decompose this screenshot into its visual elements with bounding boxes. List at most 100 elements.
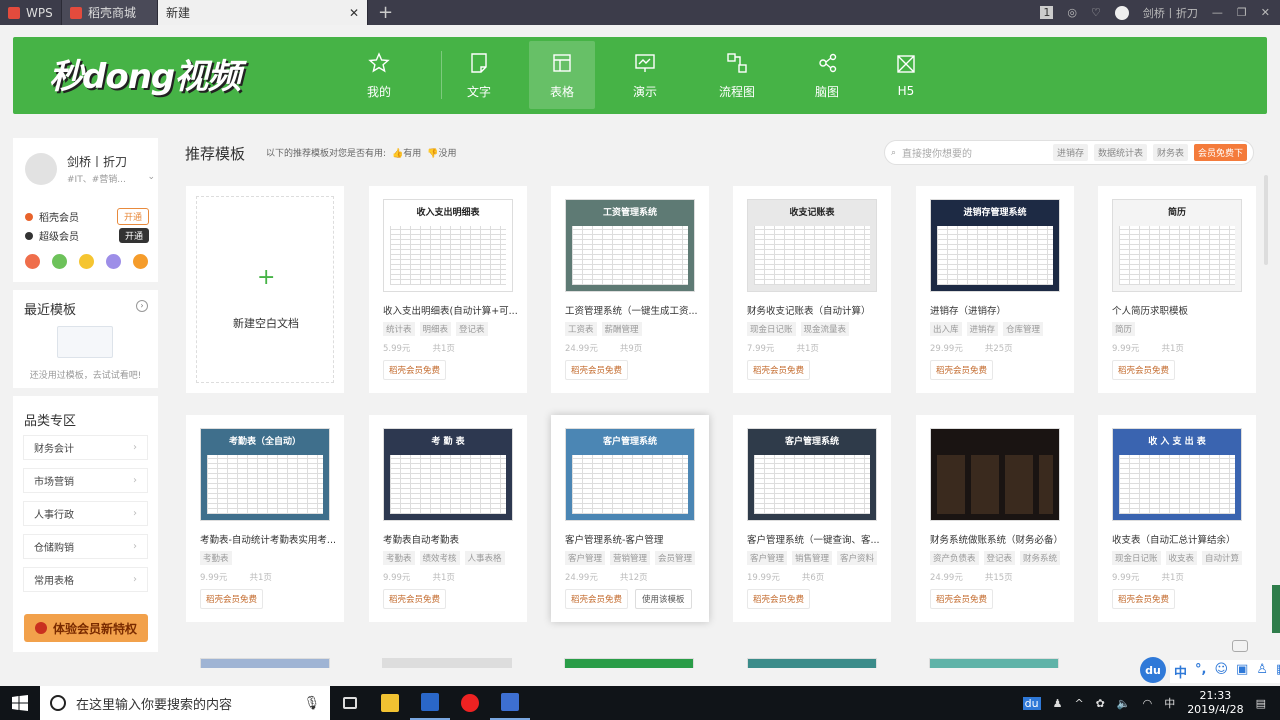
template-thumbnail[interactable]: 收 入 支 出 表 <box>1112 428 1242 521</box>
privilege-icon-1[interactable] <box>25 254 40 269</box>
close-tab-icon[interactable]: ✕ <box>349 6 359 20</box>
use-template-button[interactable]: 使用该模板 <box>635 589 692 609</box>
template-card[interactable]: 客户管理系统 客户管理系统（一键查询、客... 客户管理 销售管理 客户资料 19.99元… <box>733 415 891 622</box>
template-tag[interactable]: 会员管理 <box>655 551 696 565</box>
nav-h5[interactable]: H5 <box>873 41 939 109</box>
open-super-vip-button[interactable]: 开通 <box>118 228 149 243</box>
vip-free-button[interactable]: 稻壳会员免费 <box>1112 360 1176 380</box>
template-tag[interactable]: 现金日记账 <box>747 322 796 336</box>
user-avatar[interactable] <box>1114 5 1129 20</box>
tab-shop[interactable]: 稻壳商城 <box>62 0 158 25</box>
nav-mine[interactable]: 我的 <box>346 41 412 109</box>
file-explorer-icon[interactable] <box>370 686 410 720</box>
template-thumbnail[interactable]: 进销存管理系统 <box>930 199 1060 292</box>
template-title[interactable]: 工资管理系统（一键生成工资... <box>565 303 701 317</box>
vip-free-tag[interactable]: 会员免费下 <box>1193 144 1247 161</box>
skin-icon[interactable]: ◎ <box>1067 6 1077 19</box>
tab-new[interactable]: 新建 ✕ <box>158 0 368 25</box>
shirt-icon[interactable]: ♡ <box>1091 6 1101 19</box>
category-item[interactable]: 仓储购销 › <box>23 534 148 559</box>
tags-dropdown-icon[interactable]: ⌄ <box>147 172 155 185</box>
volume-icon[interactable]: 🔈 <box>1117 697 1131 710</box>
template-tag[interactable]: 现金日记账 <box>1112 551 1161 565</box>
template-tag[interactable]: 考勤表 <box>200 551 232 565</box>
vip-free-button[interactable]: 稻壳会员免费 <box>565 360 629 380</box>
template-title[interactable]: 财务收支记账表（自动计算） <box>747 303 883 317</box>
add-tab-button[interactable]: + <box>378 2 393 23</box>
template-tag[interactable]: 现金流量表 <box>800 322 850 336</box>
vip-free-button[interactable]: 稻壳会员免费 <box>200 589 264 609</box>
category-item[interactable]: 常用表格 › <box>23 567 148 592</box>
template-tag[interactable]: 考勤表 <box>383 551 415 565</box>
template-thumbnail[interactable]: 客户管理系统 <box>565 428 695 521</box>
template-card[interactable]: 考勤表（全自动） 考勤表-自动统计考勤表实用考... 考勤表 9.99元 共1页 稻壳会员… <box>186 415 344 622</box>
tab-wps[interactable]: WPS <box>0 0 62 25</box>
template-thumbnail[interactable]: 简历 <box>1112 199 1242 292</box>
minimize-icon[interactable]: — <box>1212 6 1223 19</box>
wps-app-icon[interactable] <box>410 686 450 720</box>
template-card[interactable]: 考 勤 表考勤表自动考勤表 考勤表 绩效考核 人事表格 9.99元 共1页 稻壳会员免费 <box>369 415 527 622</box>
template-card[interactable]: 财务系统做账系统（财务必备） 资产负债表 登记表 财务系统 24.99元 共15页 稻壳会员… <box>916 415 1074 622</box>
nav-spreadsheet[interactable]: 表格 <box>529 41 595 109</box>
template-tag[interactable]: 登记表 <box>983 551 1016 565</box>
template-tag[interactable]: 自动计算 <box>1202 551 1243 565</box>
vip-free-button[interactable]: 稻壳会员免费 <box>747 589 811 609</box>
close-window-icon[interactable]: ✕ <box>1261 6 1270 19</box>
new-blank-card[interactable]: + 新建空白文档 <box>186 186 344 393</box>
privilege-icon-2[interactable] <box>52 254 67 269</box>
template-title[interactable]: 财务系统做账系统（财务必备） <box>930 532 1066 546</box>
template-tag[interactable]: 营销管理 <box>610 551 651 565</box>
profile-tags[interactable]: #IT、#营销... ⌄ <box>67 172 155 185</box>
template-card[interactable]: 进销存管理系统 进销存（进销存） 出入库 进销存 仓库管理 29.99元 共25页 稻壳会员免… <box>916 186 1074 393</box>
vip-free-button[interactable]: 稻壳会员免费 <box>747 360 811 380</box>
nav-presentation[interactable]: 演示 <box>612 41 678 109</box>
useful-button[interactable]: 👍有用 <box>392 146 421 159</box>
template-thumbnail[interactable]: 收支记账表 <box>747 199 877 292</box>
search-tag[interactable]: 数据统计表 <box>1093 144 1147 161</box>
template-tag[interactable]: 绩效考核 <box>419 551 460 565</box>
user-name[interactable]: 剑桥丨折刀 <box>1143 5 1198 21</box>
scrollbar[interactable] <box>1264 175 1268 265</box>
search-tag[interactable]: 进销存 <box>1052 144 1088 161</box>
grid-icon[interactable]: ▦ <box>1276 662 1280 681</box>
template-card[interactable]: 收支记账表 财务收支记账表（自动计算） 现金日记账 现金流量表 7.99元 共1页 稻壳会员… <box>733 186 891 393</box>
recorder-icon[interactable] <box>450 686 490 720</box>
category-item[interactable]: 财务会计 › <box>23 435 148 460</box>
taskbar-search[interactable]: 在这里输入你要搜索的内容 🎙 <box>40 686 330 720</box>
template-thumbnail[interactable]: 工资管理系统 <box>565 199 695 292</box>
template-title[interactable]: 收支表（自动汇总计算结余） <box>1112 532 1248 546</box>
template-title[interactable]: 客户管理系统-客户管理 <box>565 532 701 546</box>
template-title[interactable]: 考勤表-自动统计考勤表实用考... <box>200 532 336 546</box>
template-title[interactable]: 个人简历求职模板 <box>1112 303 1248 317</box>
side-tab[interactable] <box>1272 585 1280 633</box>
template-tag[interactable]: 资产负债表 <box>930 551 979 565</box>
punctuation-icon[interactable]: °, <box>1195 662 1206 681</box>
template-title[interactable]: 收入支出明细表(自动计算+可... <box>383 303 519 317</box>
template-thumbnail[interactable]: 考勤表（全自动） <box>200 428 330 521</box>
privilege-icon-5[interactable] <box>133 254 148 269</box>
restore-icon[interactable]: ❐ <box>1237 6 1247 19</box>
template-tag[interactable]: 明细表 <box>419 322 452 336</box>
page-badge[interactable]: 1 <box>1040 6 1054 19</box>
template-tag[interactable]: 进销存 <box>966 322 999 336</box>
search-input[interactable]: 直接搜你想要的 <box>902 145 1047 160</box>
microphone-icon[interactable]: 🎙 <box>303 696 320 711</box>
privilege-icon-4[interactable] <box>106 254 121 269</box>
vip-free-button[interactable]: 稻壳会员免费 <box>930 589 994 609</box>
template-search[interactable]: ⌕ 直接搜你想要的 进销存 数据统计表 财务表 会员免费下 <box>884 140 1254 165</box>
network-icon[interactable]: ◠ <box>1143 697 1153 710</box>
template-tag[interactable]: 薪酬管理 <box>601 322 642 336</box>
template-card[interactable]: 客户管理系统 客户管理系统-客户管理 客户管理 营销管理 会员管理 24.99元 共12页稻… <box>551 415 709 622</box>
useless-button[interactable]: 👎没用 <box>427 146 456 159</box>
vip-free-button[interactable]: 稻壳会员免费 <box>565 589 629 609</box>
template-tag[interactable]: 工资表 <box>565 322 597 336</box>
vip-trial-button[interactable]: 体验会员新特权 <box>24 614 148 642</box>
template-tag[interactable]: 客户资料 <box>837 551 878 565</box>
template-title[interactable]: 进销存（进销存） <box>930 303 1066 317</box>
vip-free-button[interactable]: 稻壳会员免费 <box>930 360 994 380</box>
ime-tray-icon[interactable]: 中 <box>1164 695 1175 711</box>
nav-flowchart[interactable]: 流程图 <box>704 41 770 109</box>
template-tag[interactable]: 出入库 <box>930 322 962 336</box>
baidu-tray-icon[interactable]: du <box>1022 696 1041 710</box>
notification-icon[interactable]: ▤ <box>1256 697 1266 710</box>
